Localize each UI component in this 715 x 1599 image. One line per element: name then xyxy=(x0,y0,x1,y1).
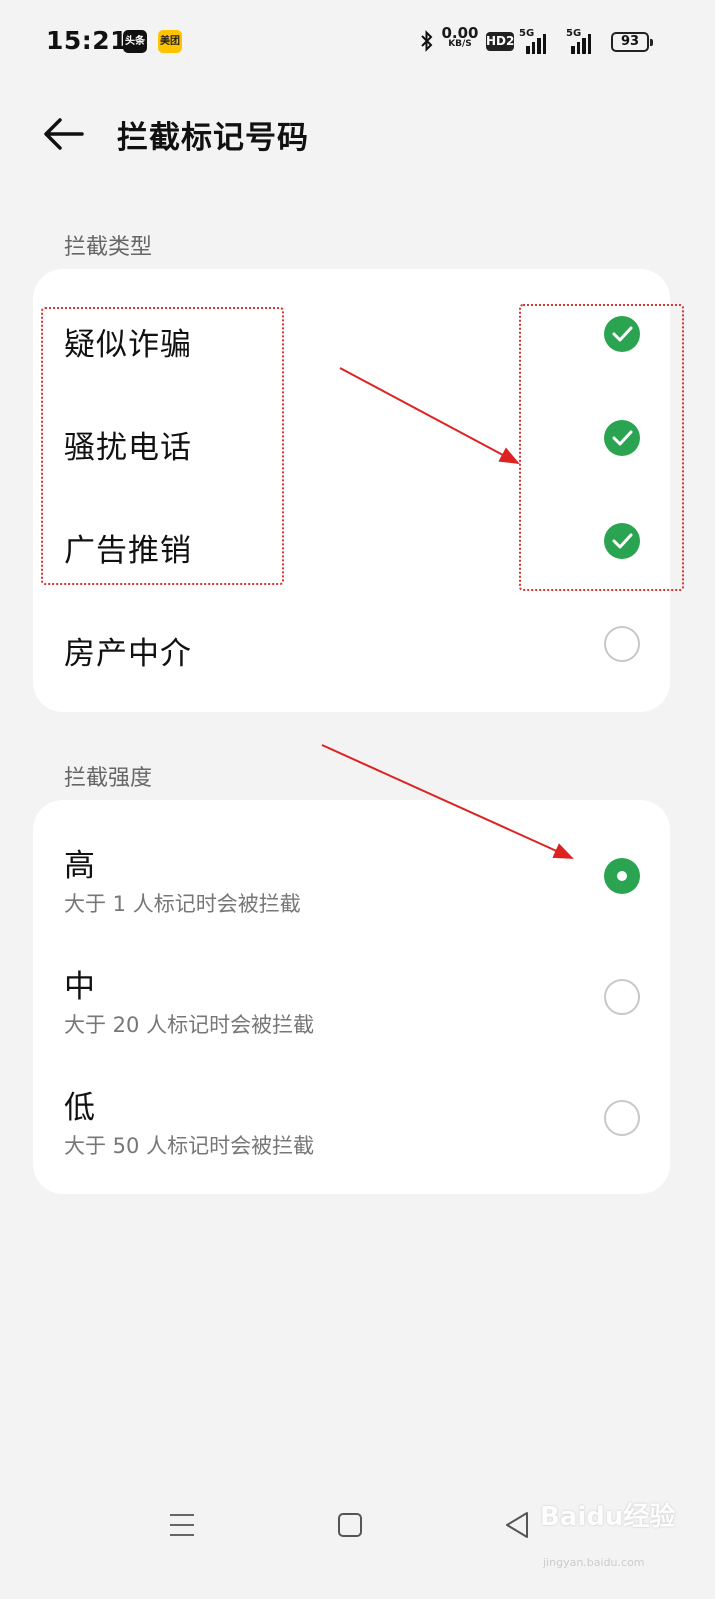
block-type-item-harassment[interactable]: 骚扰电话 xyxy=(33,387,670,487)
baidu-watermark: Baidu经验 xyxy=(540,1502,676,1532)
strength-option-high[interactable]: 高 大于 1 人标记时会被拦截 xyxy=(33,814,670,934)
baidu-watermark-url: jingyan.baidu.com xyxy=(543,1556,645,1569)
network-speed: 0.00 KB/S xyxy=(440,24,480,56)
fraud-checkbox[interactable] xyxy=(604,316,640,352)
strength-option-medium[interactable]: 中 大于 20 人标记时会被拦截 xyxy=(33,935,670,1055)
strength-option-label: 中 xyxy=(64,969,96,1005)
strength-option-description: 大于 50 人标记时会被拦截 xyxy=(64,1134,315,1158)
check-icon xyxy=(612,326,633,342)
harassment-checkbox[interactable] xyxy=(604,420,640,456)
battery-icon: 93 xyxy=(611,32,653,52)
strength-option-label: 高 xyxy=(64,848,96,884)
status-bar: 15:21 头条 美团 0.00 KB/S HD2 5G 5G 93 xyxy=(0,0,715,84)
menu-icon[interactable] xyxy=(169,1512,195,1538)
home-icon[interactable] xyxy=(337,1512,363,1538)
block-type-item-real-estate[interactable]: 房产中介 xyxy=(33,593,670,693)
real-estate-checkbox[interactable] xyxy=(604,626,640,662)
strength-option-description: 大于 1 人标记时会被拦截 xyxy=(64,892,301,916)
block-types-card: 疑似诈骗 骚扰电话 广告推销 房产中介 xyxy=(33,269,670,712)
network-speed-value: 0.00 xyxy=(441,24,479,42)
meituan-notification-icon: 美团 xyxy=(158,30,182,53)
block-types-section-label: 拦截类型 xyxy=(64,235,153,260)
block-type-label: 房产中介 xyxy=(64,636,192,672)
block-type-item-fraud[interactable]: 疑似诈骗 xyxy=(33,284,670,384)
check-icon xyxy=(612,533,633,549)
block-strength-card: 高 大于 1 人标记时会被拦截 中 大于 20 人标记时会被拦截 低 大于 50… xyxy=(33,800,670,1194)
strength-option-label: 低 xyxy=(64,1090,96,1126)
advertising-checkbox[interactable] xyxy=(604,523,640,559)
strength-option-low[interactable]: 低 大于 50 人标记时会被拦截 xyxy=(33,1056,670,1176)
block-strength-section-label: 拦截强度 xyxy=(64,766,153,791)
back-triangle-icon[interactable] xyxy=(504,1510,530,1540)
block-type-label: 疑似诈骗 xyxy=(64,327,192,363)
page-title: 拦截标记号码 xyxy=(117,120,309,156)
signal-sim1-icon: 5G xyxy=(519,28,553,54)
hd-voice-icon: HD2 xyxy=(486,32,514,51)
battery-level: 93 xyxy=(620,34,640,49)
strength-high-radio[interactable] xyxy=(604,858,640,894)
strength-option-description: 大于 20 人标记时会被拦截 xyxy=(64,1013,315,1037)
bluetooth-icon xyxy=(421,30,433,52)
strength-low-radio[interactable] xyxy=(604,1100,640,1136)
block-type-label: 骚扰电话 xyxy=(64,430,192,466)
block-type-item-advertising[interactable]: 广告推销 xyxy=(33,490,670,590)
status-time: 15:21 xyxy=(46,26,129,55)
toutiao-notification-icon: 头条 xyxy=(123,30,147,53)
signal-sim2-icon: 5G xyxy=(560,28,594,54)
strength-medium-radio[interactable] xyxy=(604,979,640,1015)
block-type-label: 广告推销 xyxy=(64,533,192,569)
back-arrow-icon[interactable] xyxy=(42,114,86,154)
check-icon xyxy=(612,430,633,446)
